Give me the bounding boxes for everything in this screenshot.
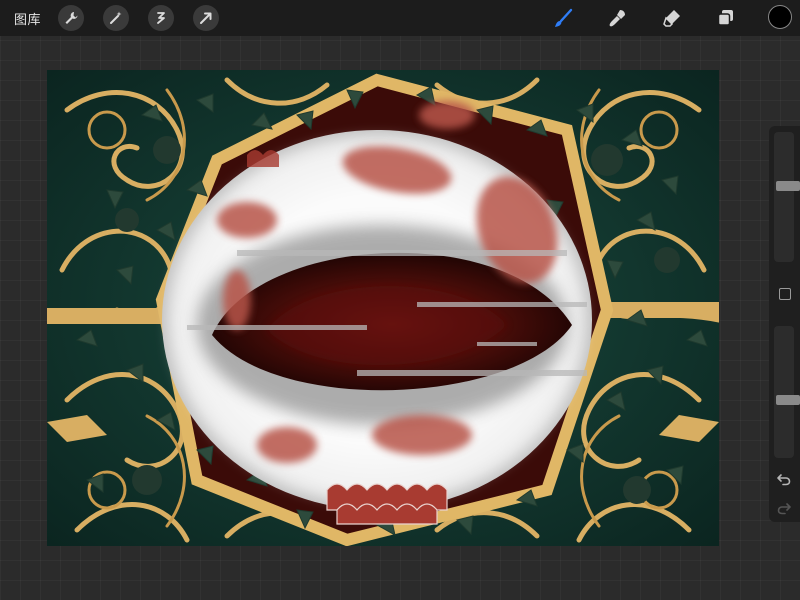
transform-arrow-icon [200, 12, 212, 24]
brush-size-slider[interactable] [774, 132, 800, 262]
eraser-icon [663, 10, 680, 27]
smudge-icon [609, 10, 625, 27]
selection-icon [157, 12, 165, 24]
artwork-image [47, 70, 719, 546]
wrench-icon [65, 12, 78, 24]
top-toolbar: 图库 [0, 0, 800, 36]
brush-icon [555, 8, 573, 27]
opacity-slider[interactable] [774, 326, 800, 458]
undo-icon[interactable] [776, 471, 792, 487]
brush-size-thumb[interactable] [776, 181, 800, 191]
smudge-button[interactable] [605, 5, 631, 31]
layers-icon [717, 10, 733, 26]
right-sidebar [769, 126, 800, 522]
opacity-thumb[interactable] [776, 395, 800, 405]
brush-button[interactable] [550, 5, 576, 31]
magic-wand-icon [110, 11, 122, 24]
eraser-button[interactable] [659, 5, 685, 31]
adjustments-button[interactable] [103, 5, 129, 31]
square-modify-icon[interactable] [779, 288, 791, 300]
selection-button[interactable] [148, 5, 174, 31]
color-picker-button[interactable] [768, 5, 792, 29]
layers-button[interactable] [713, 5, 739, 31]
gallery-button[interactable]: 图库 [14, 9, 41, 28]
redo-icon[interactable] [776, 500, 792, 516]
artwork-canvas[interactable] [47, 70, 719, 546]
transform-button[interactable] [193, 5, 219, 31]
actions-button[interactable] [58, 5, 84, 31]
